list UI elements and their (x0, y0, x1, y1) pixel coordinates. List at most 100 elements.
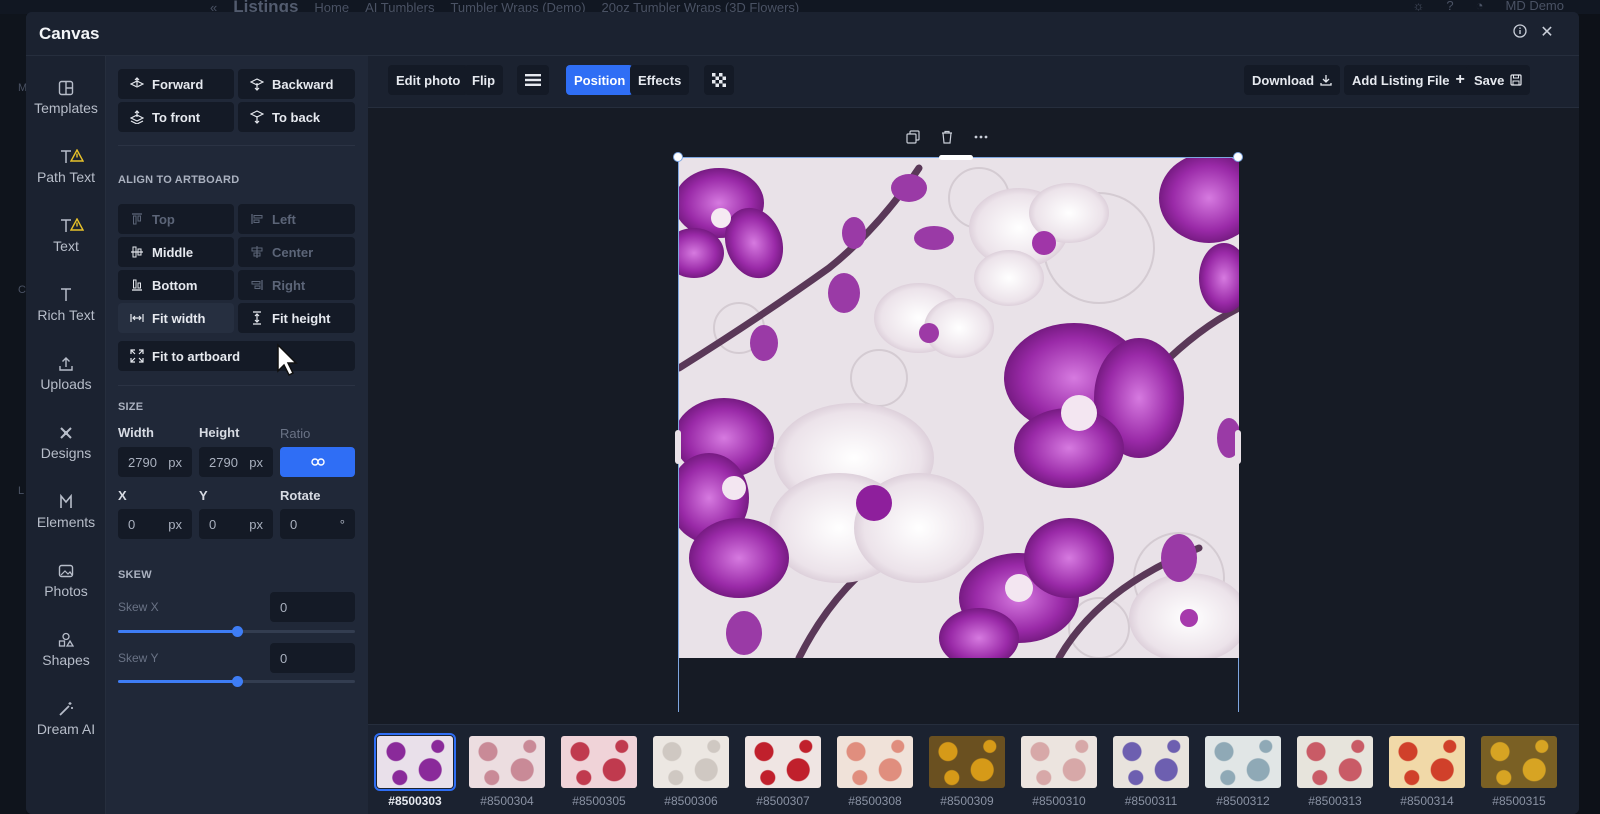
design-thumbnail[interactable]: #8500304 (467, 734, 547, 814)
rail-uploads[interactable]: Uploads (26, 356, 106, 416)
x-input[interactable]: 0 px (118, 509, 192, 539)
thumbnail-code: #8500304 (480, 794, 534, 808)
design-thumbnail[interactable]: #8500314 (1387, 734, 1467, 814)
rail-photos[interactable]: Photos (26, 563, 106, 623)
to-back-button[interactable]: To back (238, 102, 355, 132)
rail-label-dream-ai: Dream AI (36, 721, 96, 737)
fit-height-label: Fit height (272, 310, 331, 326)
rail-dream-ai[interactable]: Dream AI (26, 701, 106, 761)
width-label: Width (118, 425, 154, 440)
layer-backward-icon (250, 78, 264, 91)
fit-width-label: Fit width (152, 310, 206, 326)
resize-handle-top-left[interactable] (673, 152, 683, 162)
design-thumbnail[interactable]: #8500306 (651, 734, 731, 814)
rail-label-photos: Photos (44, 583, 88, 599)
resize-handle-left[interactable] (675, 430, 681, 464)
design-thumbnail[interactable]: #8500313 (1295, 734, 1375, 814)
design-thumbnail[interactable]: #8500307 (743, 734, 823, 814)
rail-rich-text[interactable]: Rich Text (26, 287, 106, 347)
skew-x-input[interactable]: 0 (270, 592, 355, 622)
align-right-button[interactable]: Right (238, 270, 355, 300)
transparency-button[interactable] (704, 65, 734, 95)
artboard-orchid-image[interactable] (679, 158, 1239, 658)
rail-path-text[interactable]: Path Text (26, 149, 106, 209)
thumbnail-code: #8500305 (572, 794, 626, 808)
forward-button[interactable]: Forward (118, 69, 234, 99)
fit-artboard-icon (130, 349, 144, 363)
resize-handle-top-right[interactable] (1233, 152, 1243, 162)
design-thumbnail[interactable]: #8500312 (1203, 734, 1283, 814)
design-thumbnail[interactable]: #8500303 (374, 733, 456, 814)
trash-icon[interactable] (940, 130, 954, 144)
download-button[interactable]: Download (1244, 65, 1341, 95)
skew-y-slider[interactable] (118, 676, 355, 687)
add-listing-label: Add Listing File (1352, 72, 1450, 88)
checkerboard-icon (712, 73, 726, 87)
ratio-label: Ratio (280, 426, 311, 441)
skew-x-slider[interactable] (118, 626, 355, 637)
layers-button[interactable] (517, 65, 549, 95)
design-thumbnail[interactable]: #8500310 (1019, 734, 1099, 814)
more-icon[interactable] (974, 130, 988, 144)
rail-shapes[interactable]: Shapes (26, 632, 106, 692)
edit-photo-button[interactable]: Edit photo (388, 65, 469, 95)
align-top-button[interactable]: Top (118, 204, 234, 234)
rail-label-rich-text: Rich Text (37, 307, 95, 323)
design-thumbnail[interactable]: #8500315 (1479, 734, 1559, 814)
height-input[interactable]: 2790 px (199, 447, 273, 477)
fit-width-button[interactable]: Fit width (118, 303, 234, 333)
rotate-input[interactable]: 0 ° (280, 509, 355, 539)
rail-text[interactable]: Text (26, 218, 106, 278)
resize-handle-right[interactable] (1235, 430, 1241, 464)
fit-height-button[interactable]: Fit height (238, 303, 355, 333)
position-tab[interactable]: Position (566, 65, 634, 95)
to-front-button[interactable]: To front (118, 102, 234, 132)
fit-width-icon (130, 314, 144, 322)
skew-heading: SKEW (118, 569, 152, 581)
skew-x-label: Skew X (118, 600, 159, 614)
fit-to-artboard-button[interactable]: Fit to artboard (118, 341, 355, 371)
save-button[interactable]: Save (1466, 65, 1531, 95)
y-input[interactable]: 0 px (199, 509, 273, 539)
skew-y-slider-knob[interactable] (231, 676, 243, 687)
thumbnail-swatch (837, 736, 913, 788)
thumbnail-code: #8500306 (664, 794, 718, 808)
duplicate-icon[interactable] (906, 130, 920, 144)
align-left-button[interactable]: Left (238, 204, 355, 234)
add-listing-file-button[interactable]: Add Listing File + (1344, 65, 1473, 95)
info-icon[interactable] (1511, 24, 1529, 42)
editor-toolbar: Edit photo Flip Position Effects Downloa… (368, 56, 1579, 108)
rail-label-elements: Elements (36, 514, 96, 530)
thumbnail-code: #8500315 (1492, 794, 1546, 808)
fit-to-artboard-label: Fit to artboard (152, 348, 241, 364)
backward-button[interactable]: Backward (238, 69, 355, 99)
width-value: 2790 (128, 454, 157, 470)
align-right-icon (251, 280, 263, 290)
rail-designs[interactable]: Designs (26, 425, 106, 485)
align-middle-button[interactable]: Middle (118, 237, 234, 267)
effects-tab[interactable]: Effects (630, 65, 690, 95)
resize-handle-top[interactable] (939, 155, 973, 160)
dream-ai-icon (59, 702, 73, 716)
close-icon[interactable]: ✕ (1538, 24, 1556, 42)
canvas-modal: Canvas ✕ Templates Path Text Text Rich T… (26, 12, 1579, 814)
rail-elements[interactable]: Elements (26, 494, 106, 554)
skew-y-input[interactable]: 0 (270, 643, 355, 673)
thumbnail-swatch (929, 736, 1005, 788)
skew-x-slider-knob[interactable] (231, 626, 243, 637)
align-center-button[interactable]: Center (238, 237, 355, 267)
design-thumbnail[interactable]: #8500311 (1111, 734, 1191, 814)
design-thumbnail[interactable]: #8500309 (927, 734, 1007, 814)
skew-x-value: 0 (280, 599, 288, 615)
design-thumbnail[interactable]: #8500305 (559, 734, 639, 814)
rail-label-shapes: Shapes (42, 652, 90, 668)
flip-button[interactable]: Flip (464, 65, 504, 95)
link-icon (310, 458, 325, 466)
align-bottom-button[interactable]: Bottom (118, 270, 234, 300)
ratio-lock-button[interactable] (280, 447, 355, 477)
width-input[interactable]: 2790 px (118, 447, 192, 477)
design-thumbnail[interactable]: #8500308 (835, 734, 915, 814)
mouse-cursor (277, 343, 298, 377)
templates-icon (58, 80, 74, 96)
rail-templates[interactable]: Templates (26, 80, 106, 140)
